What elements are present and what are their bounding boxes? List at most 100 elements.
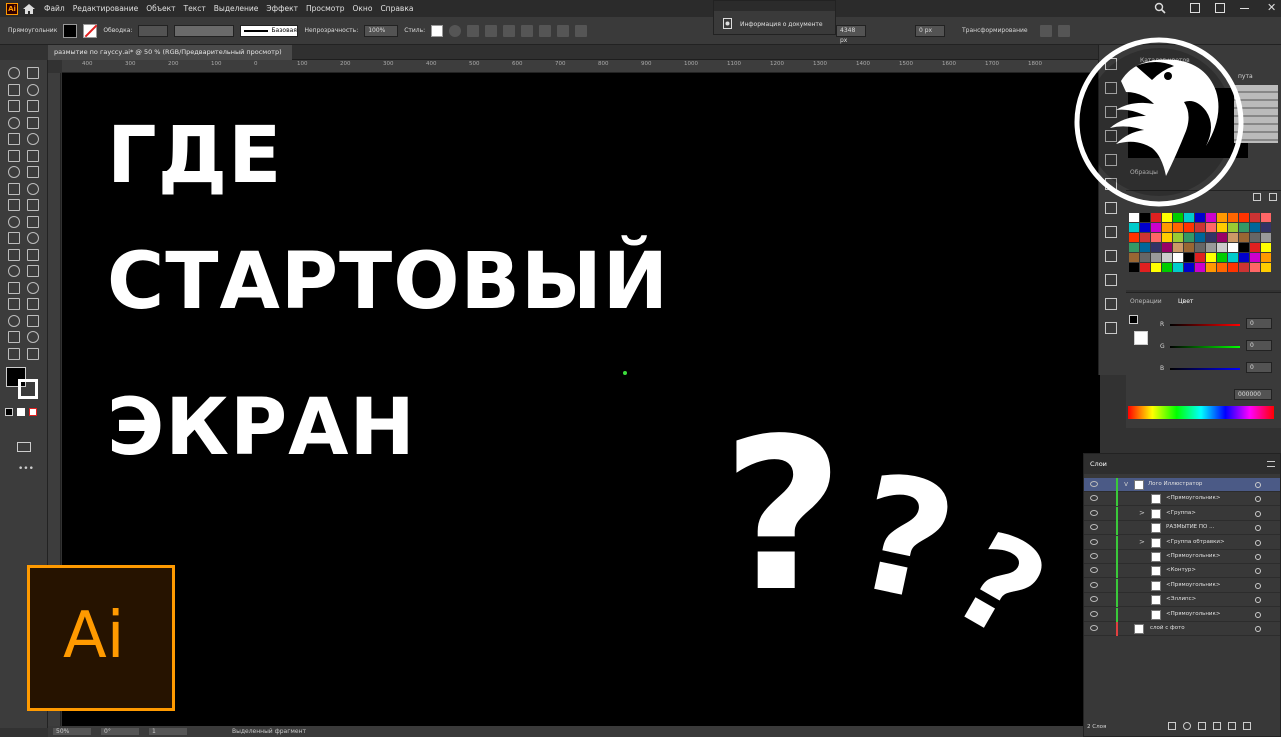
color-swatch[interactable] bbox=[1228, 213, 1238, 222]
g-value[interactable]: 0 bbox=[1246, 340, 1272, 351]
r-slider[interactable] bbox=[1170, 324, 1240, 326]
shape-builder-icon[interactable] bbox=[8, 166, 20, 178]
color-swatch[interactable] bbox=[1250, 223, 1260, 232]
visibility-eye-icon[interactable] bbox=[1090, 610, 1098, 617]
menu-select[interactable]: Выделение bbox=[214, 4, 259, 13]
zoom-select[interactable]: 50% bbox=[53, 728, 91, 735]
live-paint-icon[interactable] bbox=[27, 265, 39, 277]
color-swatch[interactable] bbox=[1151, 233, 1161, 242]
panel-menu-icon[interactable] bbox=[1267, 461, 1275, 467]
color-fill-box[interactable] bbox=[1129, 315, 1138, 324]
layer-row[interactable]: <Прямоугольник> bbox=[1084, 578, 1280, 593]
target-icon[interactable] bbox=[1255, 568, 1261, 575]
layer-name[interactable]: <Группа> bbox=[1166, 510, 1196, 516]
export-icon[interactable] bbox=[1168, 722, 1176, 730]
color-swatch[interactable] bbox=[1206, 233, 1216, 242]
color-swatch[interactable] bbox=[1250, 243, 1260, 252]
color-swatch[interactable] bbox=[1162, 243, 1172, 252]
transform-label[interactable]: Трансформирование bbox=[962, 27, 1028, 34]
horizontal-ruler[interactable]: 400 300 200 100 0 100 200 300 400 500 600 700 800 900… bbox=[62, 60, 1100, 73]
rectangle-icon[interactable] bbox=[8, 100, 20, 112]
new-layer-icon[interactable] bbox=[1228, 722, 1236, 730]
operations-tab[interactable]: Операции bbox=[1130, 298, 1162, 305]
color-swatch[interactable] bbox=[1250, 253, 1260, 262]
color-swatch[interactable] bbox=[1217, 243, 1227, 252]
color-swatch[interactable] bbox=[1151, 253, 1161, 262]
visibility-eye-icon[interactable] bbox=[1090, 524, 1098, 531]
target-icon[interactable] bbox=[1255, 626, 1261, 632]
menu-effect[interactable]: Эффект bbox=[266, 4, 298, 13]
close-icon[interactable]: ✕ bbox=[1267, 1, 1276, 14]
stroke-icon[interactable] bbox=[1105, 298, 1117, 310]
swatch-grid[interactable] bbox=[1129, 213, 1279, 273]
color-swatch[interactable] bbox=[1239, 253, 1249, 262]
menu-window[interactable]: Окно bbox=[353, 4, 373, 13]
color-swatch[interactable] bbox=[1162, 223, 1172, 232]
color-swatch[interactable] bbox=[1140, 263, 1150, 272]
visibility-eye-icon[interactable] bbox=[1090, 481, 1098, 487]
color-swatch[interactable] bbox=[1206, 243, 1216, 252]
grid-view-icon[interactable] bbox=[1269, 193, 1277, 201]
color-swatch[interactable] bbox=[1129, 223, 1139, 232]
layer-name[interactable]: <Прямоугольник> bbox=[1166, 553, 1220, 559]
color-swatch[interactable] bbox=[1184, 253, 1194, 262]
stroke-swatch[interactable] bbox=[83, 23, 98, 38]
color-swatch[interactable] bbox=[1173, 233, 1183, 242]
b-value[interactable]: 0 bbox=[1246, 362, 1272, 373]
layer-name[interactable]: РАЗМЫТИЕ ПО ... bbox=[1166, 524, 1214, 530]
color-swatch[interactable] bbox=[1228, 223, 1238, 232]
color-swatch[interactable] bbox=[1217, 223, 1227, 232]
app-icon[interactable]: Ai bbox=[6, 2, 18, 15]
color-swatch[interactable] bbox=[1206, 263, 1216, 272]
search-icon[interactable] bbox=[1154, 2, 1166, 14]
free-transform-icon[interactable] bbox=[27, 149, 39, 162]
layer-name[interactable]: <Группа обтравки> bbox=[1166, 539, 1225, 545]
color-swatch[interactable] bbox=[1184, 233, 1194, 242]
hex-field[interactable]: 000000 bbox=[1234, 389, 1272, 400]
color-swatch[interactable] bbox=[1239, 243, 1249, 252]
delete-layer-icon[interactable] bbox=[1243, 722, 1251, 730]
list-view-icon[interactable] bbox=[1253, 193, 1261, 201]
document-info-panel[interactable]: Информация о документе bbox=[713, 0, 836, 35]
perspective-icon[interactable] bbox=[27, 166, 39, 178]
recolor-icon[interactable] bbox=[449, 24, 462, 37]
color-swatch[interactable] bbox=[1261, 223, 1271, 232]
visibility-eye-icon[interactable] bbox=[1090, 538, 1098, 545]
align-to-icon[interactable] bbox=[467, 24, 480, 37]
color-swatch[interactable] bbox=[1173, 253, 1183, 262]
color-swatch[interactable] bbox=[1217, 253, 1227, 262]
rotate-icon[interactable] bbox=[27, 116, 39, 129]
links-icon[interactable] bbox=[1105, 322, 1117, 334]
color-swatch[interactable] bbox=[1206, 213, 1216, 222]
arrange-icon[interactable] bbox=[1190, 3, 1200, 13]
layer-name[interactable]: <Контур> bbox=[1166, 567, 1196, 573]
color-swatch[interactable] bbox=[1129, 263, 1139, 272]
target-icon[interactable] bbox=[1255, 525, 1261, 532]
transparency-icon[interactable] bbox=[1105, 274, 1117, 286]
b-slider[interactable] bbox=[1170, 368, 1240, 370]
knife-icon[interactable] bbox=[8, 281, 20, 294]
layer-name[interactable]: <Прямоугольник> bbox=[1166, 582, 1220, 588]
visibility-eye-icon[interactable] bbox=[1090, 581, 1098, 588]
more-tools-icon[interactable]: ••• bbox=[18, 464, 34, 474]
align-right-icon[interactable] bbox=[521, 24, 534, 37]
color-swatch[interactable] bbox=[1151, 243, 1161, 252]
puppet-warp-icon[interactable] bbox=[8, 265, 20, 277]
layer-row[interactable]: <Эллипс> bbox=[1084, 593, 1280, 608]
x-field[interactable]: 0 px bbox=[915, 25, 945, 37]
color-swatch[interactable] bbox=[1261, 233, 1271, 242]
color-swatch[interactable] bbox=[1140, 223, 1150, 232]
target-icon[interactable] bbox=[1255, 582, 1261, 589]
layers-title[interactable]: Слои bbox=[1090, 460, 1107, 468]
menu-edit[interactable]: Редактирование bbox=[73, 4, 138, 13]
visibility-eye-icon[interactable] bbox=[1090, 596, 1098, 603]
visibility-eye-icon[interactable] bbox=[1090, 567, 1098, 574]
brush-icon[interactable] bbox=[27, 100, 39, 112]
scale-icon[interactable] bbox=[27, 133, 39, 145]
color-swatch[interactable] bbox=[1184, 243, 1194, 252]
none-mode-icon[interactable] bbox=[29, 408, 37, 416]
new-sublayer-icon[interactable] bbox=[1213, 722, 1221, 730]
isolate-icon[interactable] bbox=[1040, 25, 1052, 37]
color-swatch[interactable] bbox=[1195, 223, 1205, 232]
color-swatch[interactable] bbox=[1173, 223, 1183, 232]
